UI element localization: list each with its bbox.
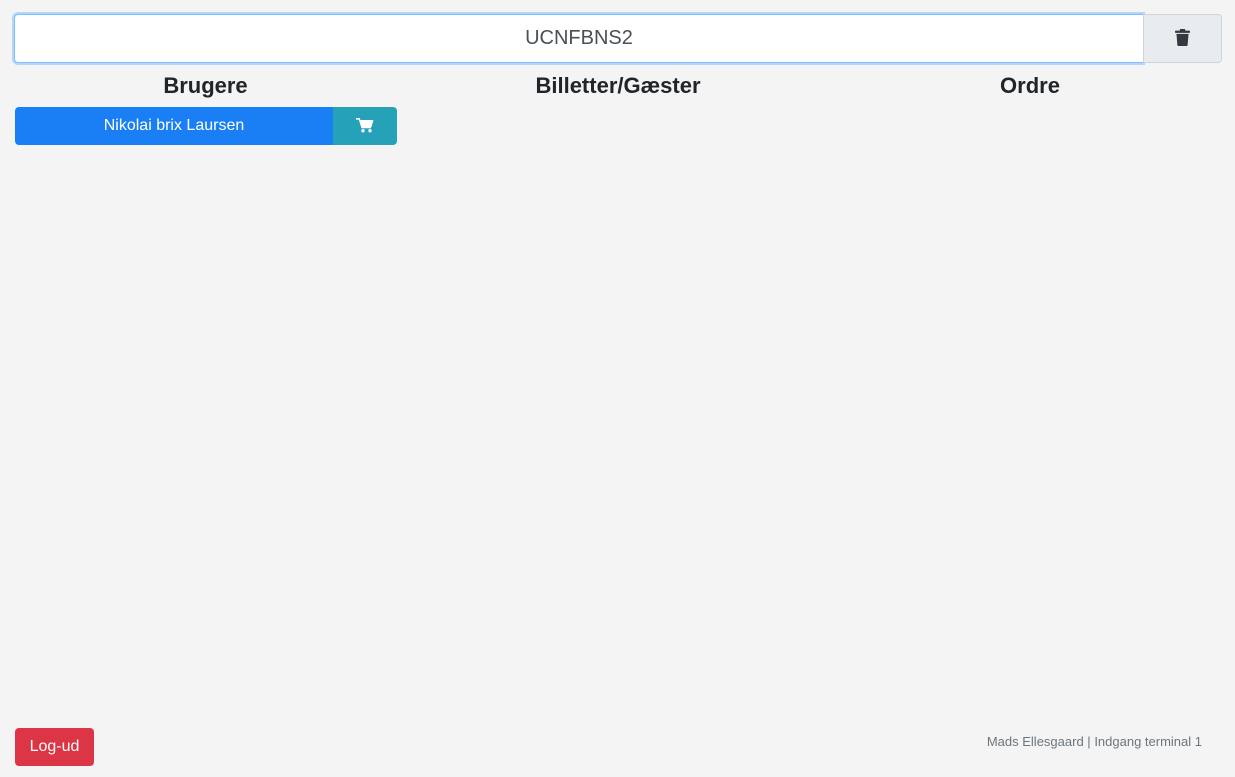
scanner-page: Brugere Billetter/Gæster Ordre Nikolai b… [0,0,1235,777]
trash-icon [1175,28,1190,49]
cart-icon [356,117,374,136]
session-info: Mads Ellesgaard | Indgang terminal 1 [987,733,1202,751]
search-input[interactable] [14,14,1143,63]
logout-button[interactable]: Log-ud [15,728,94,766]
operator-name: Mads Ellesgaard [986,734,1084,749]
tickets-column-title: Billetter/Gæster [535,73,701,98]
clear-search-button[interactable] [1143,14,1222,63]
user-list-item: Nikolai brix Laursen [15,107,397,145]
info-separator: | [1087,734,1091,749]
logout-label: Log-ud [29,738,80,755]
user-select-button[interactable]: Nikolai brix Laursen [15,107,333,145]
users-column-title: Brugere [163,73,248,98]
terminal-name: Indgang terminal 1 [1094,734,1202,749]
user-cart-button[interactable] [333,107,397,145]
search-row [14,14,1222,63]
orders-column-title: Ordre [1000,73,1060,98]
user-name: Nikolai brix Laursen [103,117,245,134]
